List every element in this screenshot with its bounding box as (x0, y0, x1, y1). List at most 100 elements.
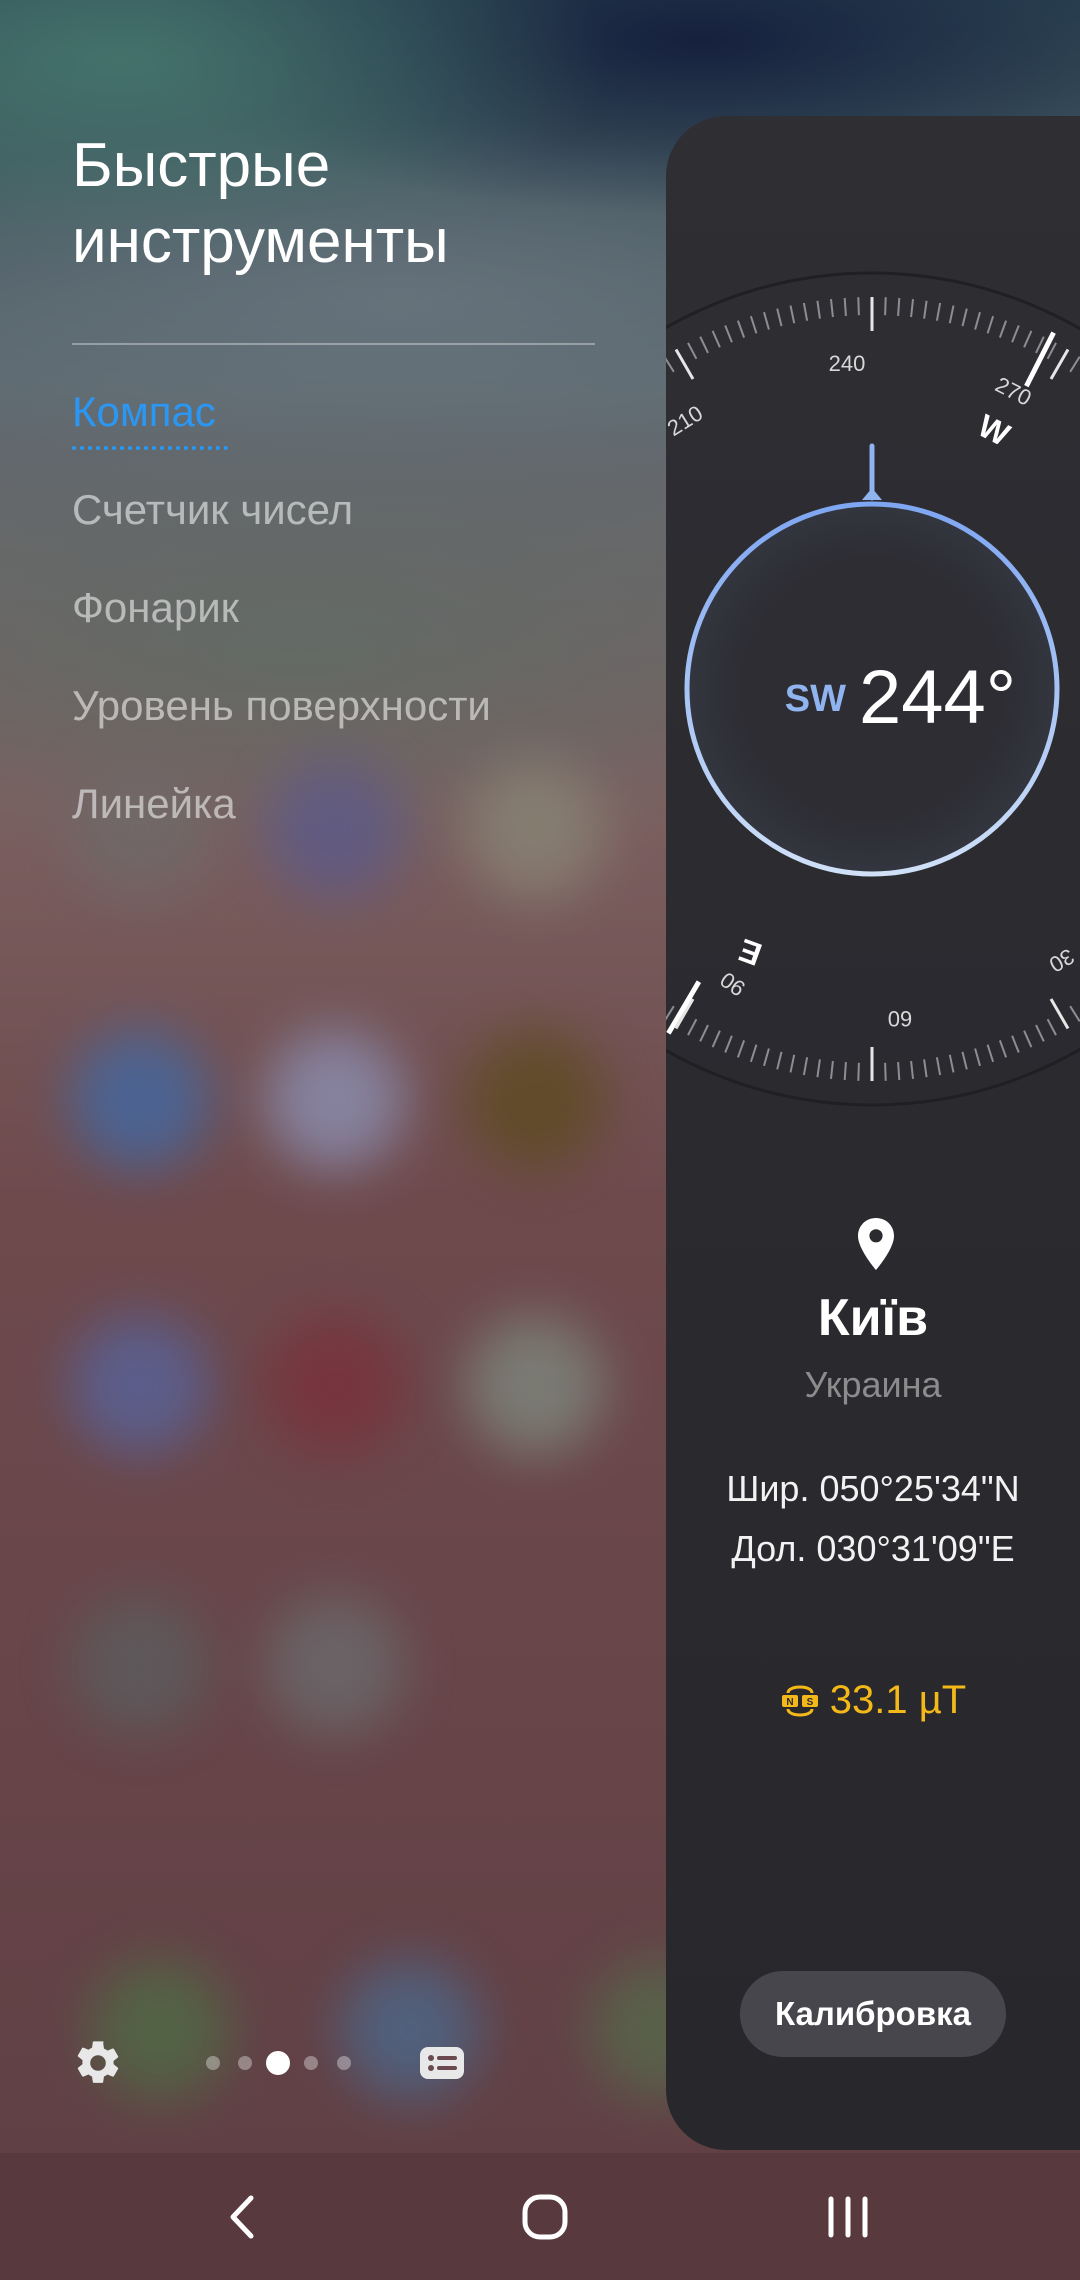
dial-tick (830, 1060, 834, 1080)
dial-tick (724, 325, 733, 343)
dial-tick (948, 305, 955, 324)
list-button[interactable] (418, 2043, 466, 2083)
magnetic-field: N S 33.1 µT (666, 1678, 1080, 1723)
dial-tick (897, 1062, 901, 1081)
dial-tick (699, 336, 709, 354)
menu-item-ruler[interactable]: Линейка (72, 778, 236, 830)
settings-button[interactable] (72, 2037, 124, 2089)
magnetic-value: 33.1 µT (829, 1678, 967, 1722)
app-icon-blur (265, 760, 405, 900)
menu-item-flashlight[interactable]: Фонарик (72, 582, 239, 634)
panel-title-line2: инструменты (72, 207, 449, 276)
dial-tick (857, 1062, 860, 1081)
dial-tick (830, 298, 834, 318)
dial-tick (974, 311, 981, 330)
dial-tick (802, 1057, 809, 1076)
system-navigation-bar (0, 2153, 1080, 2280)
dial-tick (935, 1057, 942, 1076)
menu-item-label: Уровень поверхности (72, 682, 491, 729)
dial-tick (749, 1044, 758, 1063)
heading-degrees: 244° (859, 655, 1016, 740)
panel-title-line1: Быстрые (72, 131, 331, 200)
app-icon-blur (70, 1595, 210, 1735)
location-pin-icon (858, 1218, 894, 1270)
dial-tick (884, 297, 887, 316)
location-country: Украина (804, 1364, 942, 1405)
dial-tick (1049, 348, 1070, 380)
dial-tick (974, 1048, 981, 1067)
app-icon-blur (465, 760, 605, 900)
svg-text:N: N (786, 1697, 793, 1708)
dial-label-w: W (972, 407, 1016, 453)
heading-pointer-tip (862, 488, 882, 500)
dial-tick (857, 297, 860, 316)
menu-item-compass[interactable]: Компас (72, 386, 228, 450)
dial-tick (666, 1005, 675, 1021)
heading-direction: SW (785, 678, 846, 720)
back-button[interactable] (183, 2153, 303, 2280)
dial-tick (674, 348, 695, 380)
dial-tick (687, 1018, 698, 1036)
home-button[interactable] (485, 2153, 605, 2280)
dial-tick (923, 1059, 928, 1078)
dial-tick (1023, 330, 1033, 348)
app-icon-blur (265, 1315, 405, 1455)
dial-tick (948, 1054, 955, 1073)
compass-dial: SW 244° 240 210 270 W E 90 60 30 (666, 271, 1080, 1107)
back-icon (230, 2195, 254, 2238)
list-icon (420, 2047, 464, 2079)
page-dot-4[interactable] (304, 2056, 318, 2070)
title-divider (72, 343, 595, 345)
dial-label-30: 30 (1045, 944, 1079, 978)
dial-tick (998, 320, 1008, 338)
dial-tick (776, 308, 783, 327)
app-icon-blur (265, 1595, 405, 1735)
dial-tick (986, 315, 995, 334)
dial-tick (1011, 325, 1020, 343)
svg-text:S: S (806, 1697, 813, 1708)
panel-title: Быстрые инструменты (72, 128, 632, 280)
dial-label-e: E (734, 932, 766, 973)
dial-tick (1069, 1005, 1080, 1022)
dial-tick (1049, 998, 1070, 1030)
menu-item-label: Фонарик (72, 584, 240, 631)
dial-tick (843, 1062, 847, 1081)
dial-tick (897, 297, 901, 316)
recents-button[interactable] (788, 2153, 908, 2280)
page-dot-3-current[interactable] (266, 2051, 290, 2075)
home-icon (522, 2194, 568, 2239)
calibrate-button[interactable]: Калибровка (740, 1971, 1006, 2057)
location-city: Київ (817, 1289, 929, 1347)
dial-tick (998, 1040, 1008, 1058)
menu-item-level[interactable]: Уровень поверхности (72, 680, 491, 732)
menu-item-label: Линейка (72, 780, 236, 827)
page-dot-5[interactable] (337, 2056, 351, 2070)
dial-tick (711, 1030, 721, 1048)
dial-tick (699, 1024, 709, 1042)
menu-item-label: Счетчик чисел (72, 486, 354, 533)
compass-panel: SW 244° 240 210 270 W E 90 60 30 Київ Ук… (666, 116, 1080, 2150)
dial-tick (802, 302, 809, 321)
dial-tick (843, 297, 847, 316)
dial-label-210: 210 (666, 400, 707, 441)
dial-tick (789, 1054, 796, 1073)
menu-item-counter[interactable]: Счетчик чисел (72, 484, 353, 536)
dial-tick (1011, 1035, 1020, 1053)
dial-tick (816, 1059, 821, 1078)
dial-tick (776, 1051, 783, 1070)
dial-tick (666, 357, 675, 373)
dial-tick (687, 342, 698, 360)
dial-tick (1069, 356, 1080, 373)
page-dot-1[interactable] (206, 2056, 220, 2070)
dial-tick (1035, 1024, 1045, 1042)
dial-tick (789, 305, 796, 324)
dial-label-240: 240 (829, 351, 866, 376)
dial-tick (736, 320, 746, 338)
page-dot-2[interactable] (238, 2056, 252, 2070)
magnet-ns-icon: N S (781, 1685, 818, 1716)
app-icon-blur (265, 1030, 405, 1170)
dial-tick (935, 302, 942, 321)
dial-tick (884, 1062, 887, 1081)
gear-icon (77, 2041, 119, 2083)
dial-tick (736, 1040, 746, 1058)
